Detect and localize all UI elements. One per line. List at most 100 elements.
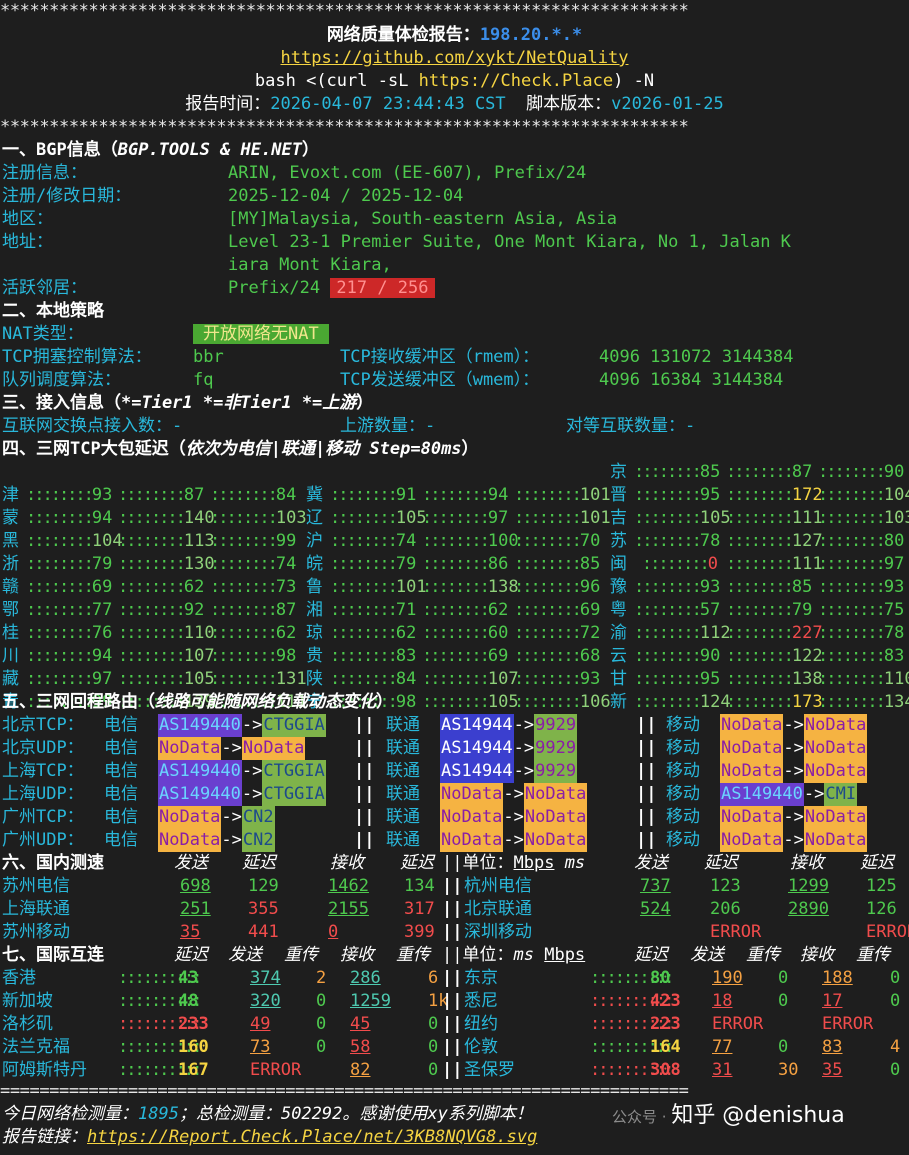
delay-cell: ::::::::78 [818,622,904,645]
nat-badge: 开放网络无NAT [193,324,329,344]
delay-cell: ::::::::78 [634,530,720,553]
intl-node-name: 伦敦 [464,1037,498,1057]
delay-bar: :::::::: [514,554,582,574]
delay-bar: :::::::: [634,669,702,689]
access-heading-end: ） [356,393,374,413]
intl-recv-value: 58 [350,1037,371,1057]
intl-rretx-value: 6 [428,968,439,988]
version-label: 脚本版本： [526,94,612,114]
delay-cell: ::::::::62 [210,622,296,645]
route-nodata-tag: NoData [803,737,868,760]
delay-value: 87 [275,600,297,620]
route-as-tag: CTGGIA [262,714,326,737]
domestic-heading: 六、国内测速 [2,853,104,873]
delay-cell: ::::::::62 [330,622,416,645]
wmem-value: 4096 16384 3144384 [599,370,784,390]
delay-bar: :::::::: [726,462,794,482]
delay-bar: :::::::: [330,669,398,689]
delay-bar: :::::::: [514,623,582,643]
dom-recv-value: 2155 [328,899,369,919]
intl-delay-value: 167 [178,1060,209,1080]
delay-bar: :::::::: [330,485,398,505]
delay-province: 吉 [610,508,627,528]
intl-heading: 七、国际互连 [2,945,104,965]
delay-cell: ::::::::75 [818,599,904,622]
route-path: NoData->NoData [440,806,588,829]
route-carrier: 联通 [386,807,420,827]
route-carrier: 电信 [104,830,138,850]
route-path: AS14944->9929 [440,714,578,737]
dom-recv-value: 1299 [788,876,829,896]
bgp-address-value: Level 23-1 Premier Suite, One Mont Kiara… [228,232,791,252]
delay-bar: :::::::: [26,485,94,505]
route-label: 广州TCP： [2,807,84,827]
delay-cell: ::::::::84 [330,668,416,691]
delay-bar: :::::::: [818,554,886,574]
delay-bar: :::::::: [818,646,886,666]
delay-bar: :::::::: [634,485,702,505]
delay-value: 95 [699,485,721,505]
dom-node-name: 上海联通 [2,899,70,919]
route-path: NoData->NoData [440,829,588,852]
delay-bar: :::::::: [330,531,398,551]
delay-cell: ::::::::98 [210,645,296,668]
delay-cell: ::::::::112 [634,622,731,645]
delay-cell: ::::::::79 [330,553,416,576]
delay-cell: ::::::::131 [210,668,307,691]
route-nodata-tag: NoData [523,829,588,852]
repo-link[interactable]: https://github.com/xykt/NetQuality [281,48,629,68]
intl-separator: || [442,1037,463,1057]
delay-province: 粤 [610,600,627,620]
delay-province: 鲁 [306,577,323,597]
route-as-tag: CTGGIA [262,783,326,806]
delay-province: 沪 [306,531,323,551]
footer-link-row: 报告链接：https://Report.Check.Place/net/3KB8… [2,1126,537,1149]
intl-node-name: 纽约 [464,1014,498,1034]
delay-value: 90 [883,462,905,482]
intl-node-name: 新加坡 [2,991,53,1011]
intl-col-delay-r: 延迟 [634,945,668,965]
intl-recv-value: 45 [350,1014,371,1034]
bgp-neighbor-row: Prefix/24 217 / 256 [228,277,435,300]
delay-cell: ::::::::77 [26,599,112,622]
command-url[interactable]: https://Check.Place [419,71,613,91]
delay-cell: ::::::::93 [26,484,112,507]
delay-value: 74 [275,554,297,574]
route-as-tag: AS149440 [158,714,242,737]
route-as-tag: CTGGIA [262,760,326,783]
intl-separator: || [442,1014,463,1034]
delay-bar: :::::::: [210,508,278,528]
route-arrow: -> [241,761,263,781]
ix-count: 互联网交换点接入数：- [2,416,183,436]
route-heading: 五、三网回程路由（线路可能随网络负载动态变化） [2,691,393,714]
intl-send-value: 190 [712,968,743,988]
thanks-text: 。感谢使用xy系列脚本！ [342,1104,533,1124]
delay-bar: :::::::: [26,577,94,597]
route-carrier: 电信 [104,738,138,758]
intl-node-name: 圣保罗 [464,1060,515,1080]
dom-col-send-r: 发送 [634,853,668,873]
delay-value: 62 [487,600,509,620]
delay-value: 85 [791,577,813,597]
dom-node-name: 深圳移动 [464,922,532,942]
delay-cell: ::::::::91 [330,484,416,507]
delay-heading: 四、三网TCP大包延迟（依次为电信|联通|移动 Step=80ms） [2,438,479,461]
delay-value: 85 [699,462,721,482]
route-arrow: -> [221,830,242,850]
delay-cell: ::::::::87 [726,461,812,484]
intl-recv-value: 17 [822,991,843,1011]
delay-bar: :::::::: [726,508,794,528]
dom-recv-value: 0 [328,922,339,942]
bgp-reg-value: ARIN, Evoxt.com (EE-607), Prefix/24 [228,163,587,183]
footer-count-row: 今日网络检测量：1895；总检测量：502292。感谢使用xy系列脚本！ [2,1103,533,1126]
delay-bar: :::::::: [818,485,886,505]
route-nodata-tag: NoData [158,829,222,852]
intl-separator: || [442,1060,463,1080]
route-nodata-tag: NoData [803,760,868,783]
delay-bar: :::::::: [210,623,278,643]
dom-rdelay-value: ERROR [866,922,909,942]
report-link[interactable]: https://Report.Check.Place/net/3KB8NQVG8… [87,1127,537,1147]
delay-bar: :::::::: [330,600,398,620]
route-carrier: 移动 [666,807,700,827]
bgp-neighbor-badge: 217 / 256 [330,278,435,298]
